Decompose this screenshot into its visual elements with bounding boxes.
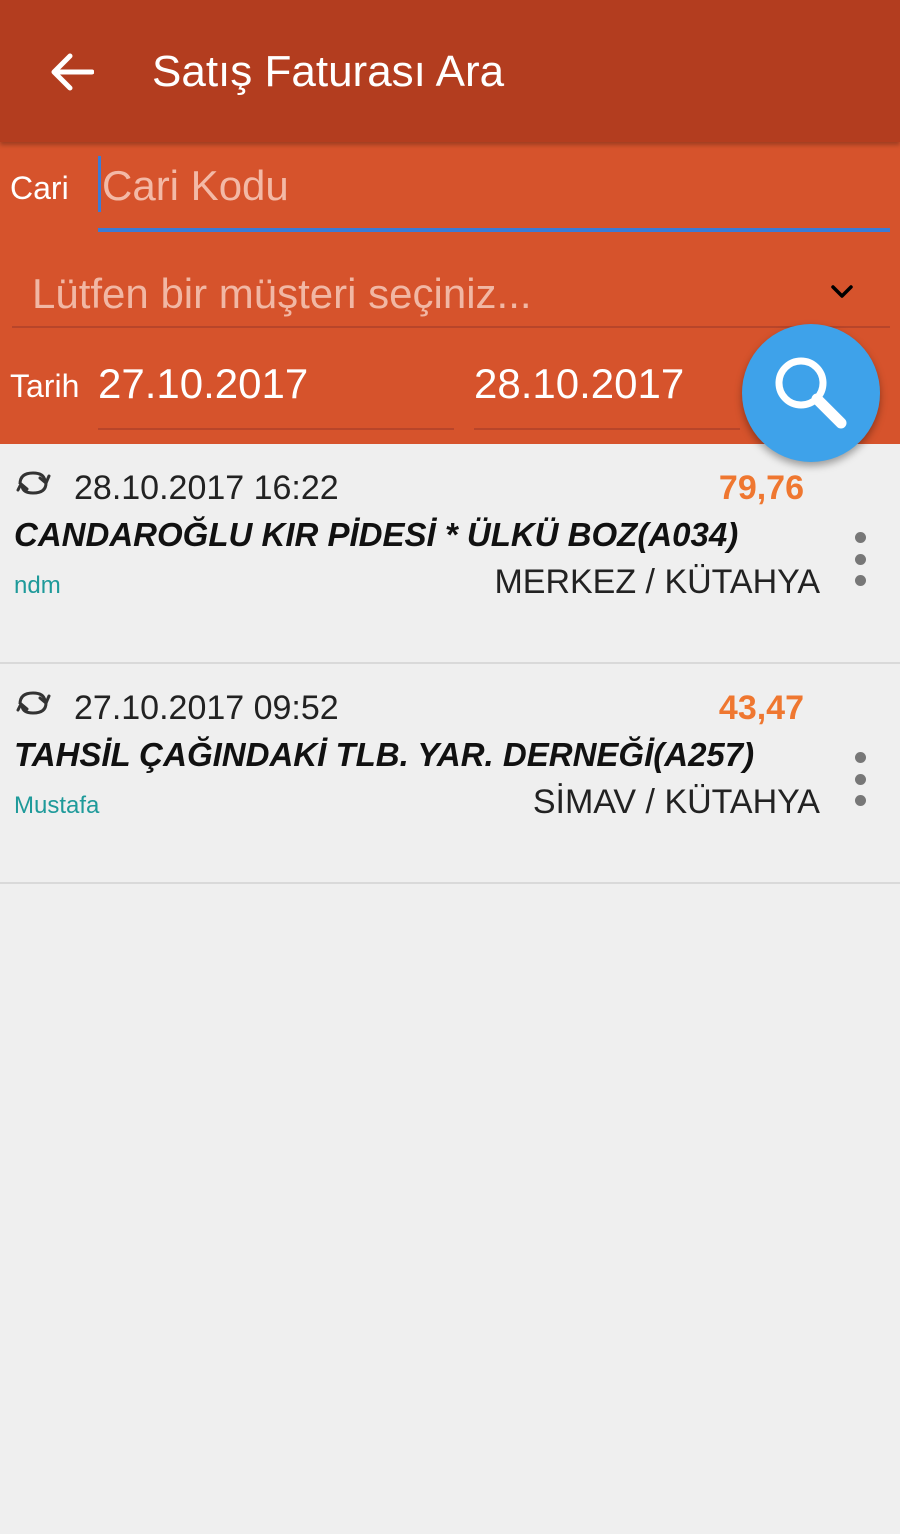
search-icon [775, 357, 847, 429]
invoice-customer: CANDAROĞLU KIR PİDESİ * ÜLKÜ BOZ(A034) [14, 516, 739, 553]
invoice-user: ndm [14, 572, 61, 599]
back-button[interactable] [40, 40, 104, 104]
list-item[interactable]: 27.10.2017 09:52 43,47 TAHSİL ÇAĞINDAKİ … [0, 664, 900, 884]
invoice-customer: TAHSİL ÇAĞINDAKİ TLB. YAR. DERNEĞİ(A257) [14, 736, 755, 773]
invoice-location: MERKEZ / KÜTAHYA [494, 563, 820, 601]
customer-select[interactable]: Lütfen bir müşteri seçiniz... [12, 258, 890, 328]
cari-label: Cari [10, 170, 69, 206]
chevron-down-icon [826, 276, 858, 308]
invoice-datetime: 27.10.2017 09:52 [74, 689, 339, 727]
sync-icon [16, 691, 51, 715]
invoice-user: Mustafa [14, 792, 100, 819]
cari-input-wrapper [98, 150, 890, 232]
invoice-amount: 79,76 [718, 469, 804, 507]
more-options-button[interactable] [842, 752, 878, 806]
date-to-field[interactable]: 28.10.2017 [474, 352, 740, 430]
list-item[interactable]: 28.10.2017 16:22 79,76 CANDAROĞLU KIR Pİ… [0, 444, 900, 664]
invoice-amount: 43,47 [718, 689, 804, 727]
page-title: Satış Faturası Ara [152, 47, 505, 96]
more-vert-icon [854, 752, 866, 763]
invoice-list: 28.10.2017 16:22 79,76 CANDAROĞLU KIR Pİ… [0, 444, 900, 884]
sync-icon [16, 471, 51, 495]
arrow-left-icon [51, 53, 94, 91]
more-options-button[interactable] [842, 532, 878, 586]
invoice-datetime: 28.10.2017 16:22 [74, 469, 339, 507]
tarih-label: Tarih [10, 368, 80, 404]
customer-select-placeholder: Lütfen bir müşteri seçiniz... [32, 270, 532, 317]
cari-code-input[interactable] [98, 154, 890, 218]
invoice-location: SİMAV / KÜTAHYA [532, 783, 820, 821]
search-button[interactable] [742, 324, 880, 462]
more-vert-icon [854, 532, 866, 543]
date-from-field[interactable]: 27.10.2017 [98, 352, 454, 430]
app-bar: Satış Faturası Ara [0, 0, 900, 142]
